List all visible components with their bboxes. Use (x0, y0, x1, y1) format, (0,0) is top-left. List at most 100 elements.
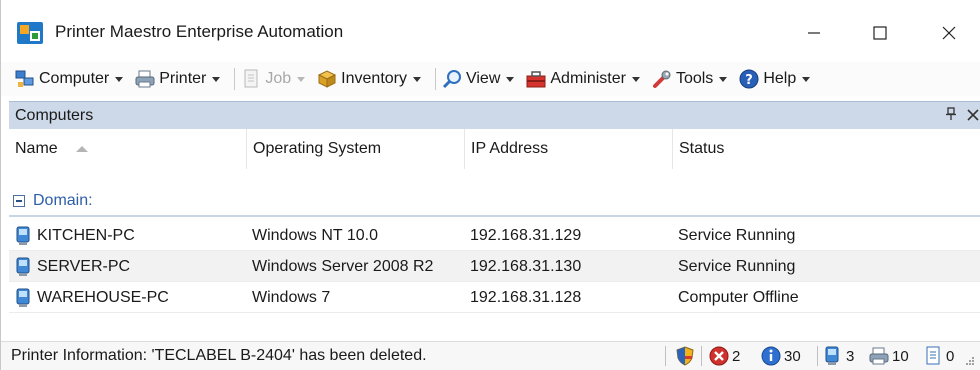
group-label: Domain: (33, 192, 93, 209)
toolbar-administer-label: Administer (550, 70, 626, 87)
app-logo-icon (17, 22, 43, 44)
computer-count: 3 (846, 347, 855, 365)
os-cell: Windows Server 2008 R2 (252, 257, 434, 275)
pin-icon[interactable] (945, 107, 957, 124)
toolbar-help-menu[interactable]: ? Help (737, 64, 820, 94)
ip-cell: 192.168.31.129 (470, 226, 582, 244)
minimize-icon (808, 32, 820, 34)
main-toolbar: Computer Printer Job Inventory View Admi… (1, 62, 980, 96)
column-header-name[interactable]: Name (9, 129, 247, 169)
toolbar-computer-menu[interactable]: Computer (13, 64, 133, 94)
status-security[interactable] (675, 345, 698, 367)
computers-grid: Name Operating System IP Address Status … (9, 129, 980, 339)
toolbar-separator (234, 68, 236, 90)
printer-count: 10 (892, 347, 909, 365)
wrench-icon (652, 70, 671, 88)
chevron-down-icon (506, 76, 515, 82)
chevron-down-icon (412, 76, 421, 82)
maximize-button[interactable] (857, 14, 903, 52)
computer-icon (16, 226, 30, 245)
column-header-status[interactable]: Status (673, 129, 980, 169)
name-cell: WAREHOUSE-PC (15, 282, 169, 313)
status-printers[interactable]: 10 (869, 345, 909, 367)
error-icon (709, 346, 729, 366)
toolbar-printer-label: Printer (159, 70, 207, 87)
document-icon (244, 69, 258, 88)
table-row[interactable]: WAREHOUSE-PC Windows 7 192.168.31.128 Co… (9, 282, 980, 313)
title-bar[interactable]: Printer Maestro Enterprise Automation (1, 0, 980, 64)
group-row-domain[interactable]: Domain: (9, 187, 980, 217)
shield-icon (676, 346, 694, 366)
column-header-os[interactable]: Operating System (247, 129, 465, 169)
grid-column-headers: Name Operating System IP Address Status (9, 129, 980, 169)
help-icon: ? (739, 69, 759, 89)
info-icon (761, 346, 781, 366)
maximize-icon (873, 26, 887, 40)
toolbar-job-label: Job (265, 70, 292, 87)
collapse-icon[interactable] (13, 195, 25, 207)
job-count: 0 (946, 347, 955, 365)
table-row[interactable]: KITCHEN-PC Windows NT 10.0 192.168.31.12… (9, 220, 980, 251)
chevron-down-icon (115, 76, 124, 82)
document-icon (926, 346, 940, 365)
close-button[interactable] (926, 14, 972, 52)
toolbar-view-label: View (465, 70, 501, 87)
status-separator (701, 346, 702, 366)
computers-panel-header: Computers (9, 101, 980, 129)
toolbar-tools-menu[interactable]: Tools (650, 64, 737, 94)
name-cell: KITCHEN-PC (15, 220, 135, 251)
toolbar-job-menu[interactable]: Job (239, 64, 315, 94)
printer-icon (869, 347, 889, 365)
toolbar-inventory-label: Inventory (341, 70, 407, 87)
minimize-button[interactable] (791, 14, 837, 52)
table-row[interactable]: SERVER-PC Windows Server 2008 R2 192.168… (9, 251, 980, 282)
status-message: Printer Information: 'TECLABEL B-2404' h… (11, 347, 427, 364)
toolbar-inventory-menu[interactable]: Inventory (315, 64, 431, 94)
toolbar-separator (434, 68, 436, 90)
chevron-down-icon (802, 76, 811, 82)
info-count: 30 (784, 347, 801, 365)
column-header-label: Name (15, 140, 58, 157)
chevron-down-icon (719, 76, 728, 82)
error-count: 2 (732, 347, 741, 365)
panel-close-icon[interactable] (967, 105, 979, 125)
status-info[interactable]: 30 (761, 345, 801, 367)
computer-icon (825, 346, 839, 365)
column-header-label: Operating System (253, 140, 382, 157)
status-errors[interactable]: 2 (709, 345, 740, 367)
status-cell: Service Running (678, 226, 796, 244)
close-icon (942, 26, 956, 40)
toolbar-printer-menu[interactable]: Printer (133, 64, 230, 94)
status-cell: Computer Offline (678, 288, 799, 306)
computer-icon (16, 288, 30, 307)
column-header-label: IP Address (471, 140, 549, 157)
computer-icon (16, 257, 30, 276)
resize-grip-icon[interactable] (965, 356, 975, 366)
app-window: Printer Maestro Enterprise Automation Co… (0, 0, 980, 370)
chevron-down-icon (212, 76, 221, 82)
chevron-down-icon (631, 76, 640, 82)
column-header-label: Status (679, 140, 725, 157)
status-cell: Service Running (678, 257, 796, 275)
toolbar-view-menu[interactable]: View (440, 64, 524, 94)
status-computers[interactable]: 3 (823, 345, 854, 367)
box-icon (318, 70, 337, 88)
status-separator (665, 346, 666, 366)
os-cell: Windows NT 10.0 (252, 226, 378, 244)
toolbar-administer-menu[interactable]: Administer (524, 64, 650, 94)
chevron-down-icon (297, 76, 306, 82)
status-jobs[interactable]: 0 (923, 345, 954, 367)
printer-icon (135, 70, 155, 88)
toolbar-help-label: Help (763, 70, 797, 87)
os-cell: Windows 7 (252, 288, 331, 306)
column-header-ip[interactable]: IP Address (465, 129, 673, 169)
ip-cell: 192.168.31.128 (470, 288, 582, 306)
name-cell: SERVER-PC (15, 251, 130, 282)
window-title: Printer Maestro Enterprise Automation (55, 22, 344, 41)
status-bar: Printer Information: 'TECLABEL B-2404' h… (1, 341, 980, 370)
sort-ascending-icon (75, 146, 88, 152)
toolbar-computer-label: Computer (39, 70, 110, 87)
toolbar-tools-label: Tools (675, 70, 714, 87)
svg-text:?: ? (746, 73, 754, 88)
status-separator (817, 346, 818, 366)
